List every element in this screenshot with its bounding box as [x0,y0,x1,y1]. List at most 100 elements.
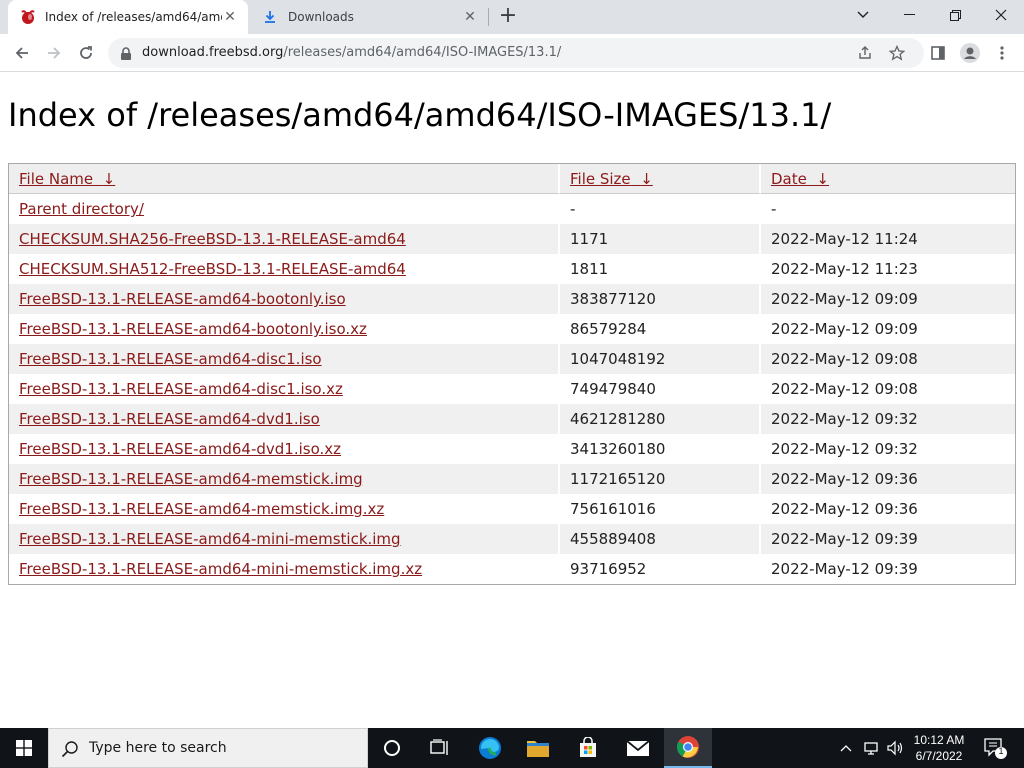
file-size-cell: 86579284 [560,314,761,344]
tab-title: Downloads [288,10,354,24]
column-header-date: Date ↓ [761,164,1015,194]
sort-by-name-link[interactable]: File Name ↓ [19,170,115,188]
start-button[interactable] [0,728,48,768]
reload-button[interactable] [72,39,100,67]
menu-kebab-icon[interactable] [988,39,1016,67]
table-row: Parent directory/ - - [9,194,1015,224]
file-name-cell: FreeBSD-13.1-RELEASE-amd64-disc1.iso.xz [9,374,560,404]
file-link[interactable]: FreeBSD-13.1-RELEASE-amd64-bootonly.iso [19,290,346,308]
file-name-cell: FreeBSD-13.1-RELEASE-amd64-mini-memstick… [9,554,560,584]
tab-search-icon[interactable] [840,0,886,30]
file-explorer-icon[interactable] [514,728,562,768]
bookmark-star-icon[interactable] [888,44,906,62]
file-name-cell: FreeBSD-13.1-RELEASE-amd64-bootonly.iso.… [9,314,560,344]
tab-downloads[interactable]: Downloads ✕ [250,0,488,34]
cortana-icon[interactable] [368,728,416,768]
file-link[interactable]: FreeBSD-13.1-RELEASE-amd64-dvd1.iso.xz [19,440,341,458]
windows-logo-icon [16,740,32,756]
task-view-icon[interactable] [416,728,464,768]
edge-icon[interactable] [466,728,514,768]
table-row: CHECKSUM.SHA256-FreeBSD-13.1-RELEASE-amd… [9,224,1015,254]
search-placeholder: Type here to search [89,740,227,756]
file-name-cell: Parent directory/ [9,194,560,224]
file-size-cell: - [560,194,761,224]
file-link[interactable]: FreeBSD-13.1-RELEASE-amd64-dvd1.iso [19,410,320,428]
file-size-cell: 455889408 [560,524,761,554]
taskbar-search-box[interactable]: Type here to search [48,728,368,768]
file-date-cell: 2022-May-12 09:36 [761,464,1015,494]
file-name-cell: FreeBSD-13.1-RELEASE-amd64-memstick.img [9,464,560,494]
file-date-cell: 2022-May-12 09:39 [771,560,918,578]
taskbar-clock[interactable]: 10:12 AM 6/7/2022 [904,732,974,764]
address-bar[interactable]: download.freebsd.org/releases/amd64/amd6… [108,38,924,68]
table-row: CHECKSUM.SHA512-FreeBSD-13.1-RELEASE-amd… [9,254,1015,284]
parent-directory-link[interactable]: Parent directory/ [19,200,144,218]
table-row: FreeBSD-13.1-RELEASE-amd64-bootonly.iso.… [9,314,1015,344]
freebsd-favicon-icon [20,9,36,25]
file-size-cell: 4621281280 [560,404,761,434]
sort-by-date-link[interactable]: Date ↓ [771,170,829,188]
table-row: FreeBSD-13.1-RELEASE-amd64-dvd1.iso.xz 34… [9,434,1015,464]
table-row: FreeBSD-13.1-RELEASE-amd64-dvd1.iso 46212… [9,404,1015,434]
file-date-cell: 2022-May-12 09:09 [771,320,918,338]
browser-toolbar: download.freebsd.org/releases/amd64/amd6… [0,34,1024,72]
mail-icon[interactable] [614,728,662,768]
tab-divider [488,8,489,26]
file-date-cell: 2022-May-12 09:09 [761,284,1015,314]
notification-count: 1 [998,746,1004,756]
file-link[interactable]: FreeBSD-13.1-RELEASE-amd64-mini-memstick… [19,560,422,578]
show-hidden-icons-chevron-icon[interactable] [836,728,856,768]
file-link[interactable]: CHECKSUM.SHA512-FreeBSD-13.1-RELEASE-amd… [19,260,406,278]
file-size-cell: 756161016 [560,494,761,524]
notification-center-icon[interactable]: 1 [980,736,1010,762]
url-path: /releases/amd64/amd64/ISO-IMAGES/13.1/ [283,45,562,60]
tab-freebsd-index[interactable]: Index of /releases/amd64/amd64/ISO-IMAGE… [8,0,248,34]
forward-button[interactable] [40,39,68,67]
url-host: download.freebsd.org [142,45,284,60]
file-link[interactable]: FreeBSD-13.1-RELEASE-amd64-disc1.iso [19,350,322,368]
file-size-cell: 1172165120 [560,464,761,494]
file-link[interactable]: CHECKSUM.SHA256-FreeBSD-13.1-RELEASE-amd… [19,230,406,248]
url-text[interactable]: download.freebsd.org/releases/amd64/amd6… [142,45,561,60]
tab-strip: Index of /releases/amd64/amd64/ISO-IMAGE… [0,0,1024,34]
lock-icon[interactable] [120,46,134,60]
search-icon [61,740,79,758]
file-date-cell: 2022-May-12 09:39 [761,524,1015,554]
back-button[interactable] [8,39,36,67]
store-icon[interactable] [564,728,612,768]
minimize-button[interactable] [886,0,932,30]
table-row: FreeBSD-13.1-RELEASE-amd64-mini-memstick… [9,524,1015,554]
windows-taskbar: Type here to search 10:12 AM 6/7/2022 1 [0,728,1024,768]
file-link[interactable]: FreeBSD-13.1-RELEASE-amd64-bootonly.iso.… [19,320,367,338]
file-name-cell: FreeBSD-13.1-RELEASE-amd64-dvd1.iso [9,404,560,434]
share-icon[interactable] [856,44,874,62]
file-link[interactable]: FreeBSD-13.1-RELEASE-amd64-memstick.img [19,470,363,488]
file-date-cell: 2022-May-12 09:36 [771,500,918,518]
volume-icon[interactable] [884,728,906,768]
file-size-cell: 3413260180 [560,434,761,464]
file-size-cell: 749479840 [560,374,761,404]
file-date-cell: 2022-May-12 09:32 [771,440,918,458]
file-size-cell: 1047048192 [560,344,761,374]
file-date-cell: 2022-May-12 09:08 [761,344,1015,374]
file-date-cell: - [771,200,777,218]
file-link[interactable]: FreeBSD-13.1-RELEASE-amd64-mini-memstick… [19,530,401,548]
file-link[interactable]: FreeBSD-13.1-RELEASE-amd64-disc1.iso.xz [19,380,343,398]
network-icon[interactable] [860,728,882,768]
file-link[interactable]: FreeBSD-13.1-RELEASE-amd64-memstick.img.… [19,500,384,518]
sort-by-size-link[interactable]: File Size ↓ [570,170,653,188]
new-tab-button[interactable]: + [496,5,520,29]
page-content: Index of /releases/amd64/amd64/ISO-IMAGE… [0,72,1024,728]
file-listing-table: File Name ↓ File Size ↓ Date ↓ Parent di… [8,163,1016,585]
profile-avatar-icon[interactable] [956,39,984,67]
table-row: FreeBSD-13.1-RELEASE-amd64-mini-memstick… [9,554,1015,584]
side-panel-icon[interactable] [924,39,952,67]
table-header-row: File Name ↓ File Size ↓ Date ↓ [9,164,1015,194]
close-tab-icon[interactable]: ✕ [222,9,238,25]
file-date-cell: 2022-May-12 11:23 [771,260,918,278]
restore-button[interactable] [932,0,978,30]
chrome-icon[interactable] [664,728,712,768]
close-tab-icon[interactable]: ✕ [462,9,478,25]
file-date-cell: 2022-May-12 09:08 [771,380,918,398]
close-window-button[interactable] [978,0,1024,30]
